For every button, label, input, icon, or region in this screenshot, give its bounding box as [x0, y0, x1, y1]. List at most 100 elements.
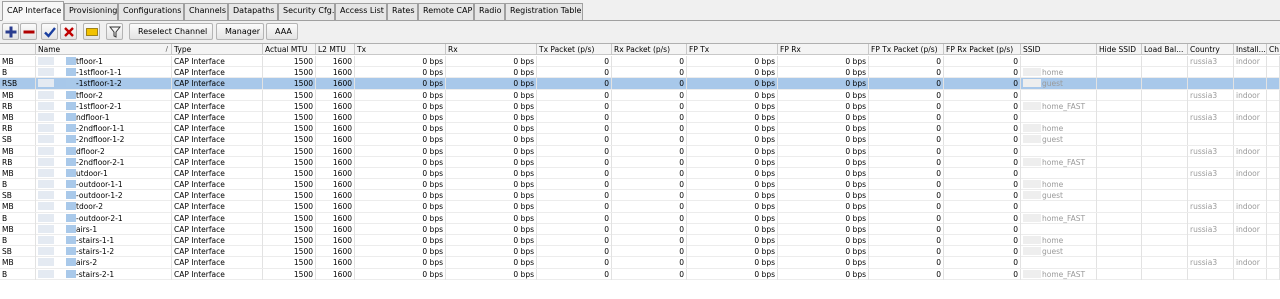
- column-header-load-balance[interactable]: Load Bal...: [1142, 44, 1188, 55]
- table-row[interactable]: B -outdoor-2-1 CAP Interface 1500 1600 0 bps 0…: [0, 212, 1280, 224]
- column-header-tx[interactable]: Tx: [355, 44, 446, 55]
- table-row[interactable]: RSB -1stfloor-1-2 CAP Interface 1500 1600 0 b…: [0, 78, 1280, 90]
- cell-flags: SB: [0, 190, 36, 202]
- redacted-name-prefix: [66, 247, 76, 256]
- remove-button[interactable]: [20, 23, 37, 40]
- cell-install: [1234, 100, 1267, 112]
- cell-hide: [1097, 268, 1142, 280]
- column-header-actual-mtu[interactable]: Actual MTU: [263, 44, 316, 55]
- column-header-name[interactable]: Name /: [36, 44, 172, 55]
- table-row[interactable]: MB dfloor-2 CAP Interface 1500 1600 0 bps 0 bp…: [0, 145, 1280, 157]
- cell-lb: [1142, 257, 1188, 269]
- table-row[interactable]: MB tdoor-2 CAP Interface 1500 1600 0 bps 0 bps…: [0, 201, 1280, 213]
- cell-rxp: 0: [612, 134, 687, 146]
- cell-txp: 0: [537, 145, 612, 157]
- column-header-flags[interactable]: [0, 44, 36, 55]
- reselect-channel-button[interactable]: Reselect Channel: [129, 23, 213, 40]
- table-row[interactable]: B -stairs-1-1 CAP Interface 1500 1600 0 bps 0 …: [0, 235, 1280, 247]
- cell-rx: 0 bps: [446, 100, 537, 112]
- redacted-ssid-prefix: [1023, 101, 1041, 110]
- cell-rxp: 0: [612, 257, 687, 269]
- cell-l2mtu: 1600: [316, 190, 355, 202]
- cell-mtu: 1500: [263, 201, 316, 213]
- cell-ch: [1267, 257, 1280, 269]
- cell-fprx: 0 bps: [778, 56, 869, 67]
- cell-l2mtu: 1600: [316, 167, 355, 179]
- table-row[interactable]: SB -stairs-1-2 CAP Interface 1500 1600 0 bps 0…: [0, 246, 1280, 258]
- column-header-country[interactable]: Country: [1188, 44, 1234, 55]
- cell-type: CAP Interface: [172, 100, 263, 112]
- table-row[interactable]: B -1stfloor-1-1 CAP Interface 1500 1600 0 bps…: [0, 67, 1280, 79]
- column-header-channel[interactable]: Ch: [1267, 44, 1280, 55]
- cell-country: russia3: [1188, 201, 1234, 213]
- cell-rxp: 0: [612, 56, 687, 67]
- cell-mtu: 1500: [263, 235, 316, 246]
- cell-txp: 0: [537, 56, 612, 67]
- tab-provisioning[interactable]: Provisioning: [64, 3, 118, 20]
- cell-lb: [1142, 145, 1188, 157]
- tab-remote-cap[interactable]: Remote CAP: [418, 3, 474, 20]
- column-header-tx-packet[interactable]: Tx Packet (p/s): [537, 44, 612, 55]
- cell-ch: [1267, 123, 1280, 135]
- cell-mtu: 1500: [263, 268, 316, 280]
- interface-name: dfloor-2: [76, 146, 105, 156]
- cell-install: [1234, 246, 1267, 258]
- column-header-fp-tx-packet[interactable]: FP Tx Packet (p/s): [869, 44, 944, 55]
- table-row[interactable]: MB utdoor-1 CAP Interface 1500 1600 0 bps 0 bp…: [0, 167, 1280, 180]
- tab-datapaths[interactable]: Datapaths: [228, 3, 278, 20]
- cell-rxp: 0: [612, 246, 687, 258]
- column-header-fp-tx[interactable]: FP Tx: [687, 44, 778, 55]
- table-row[interactable]: MB airs-2 CAP Interface 1500 1600 0 bps 0 bps 0…: [0, 257, 1280, 269]
- tab-channels[interactable]: Channels: [184, 3, 228, 20]
- cell-flags: MB: [0, 201, 36, 213]
- cell-ch: [1267, 201, 1280, 213]
- column-header-fp-rx[interactable]: FP Rx: [778, 44, 869, 55]
- tab-registration-table[interactable]: Registration Table: [505, 3, 583, 20]
- table-row[interactable]: MB airs-1 CAP Interface 1500 1600 0 bps 0 bps 0…: [0, 223, 1280, 235]
- cell-fprx: 0 bps: [778, 257, 869, 269]
- table-row[interactable]: B -stairs-2-1 CAP Interface 1500 1600 0 bps 0 …: [0, 268, 1280, 280]
- cell-l2mtu: 1600: [316, 56, 355, 67]
- tab-access-list[interactable]: Access List: [335, 3, 387, 20]
- tab-radio[interactable]: Radio: [474, 3, 505, 20]
- table-row[interactable]: RB -1stfloor-2-1 CAP Interface 1500 1600 0 bp…: [0, 100, 1280, 112]
- tab-rates[interactable]: Rates: [387, 3, 418, 20]
- table-row[interactable]: B -outdoor-1-1 CAP Interface 1500 1600 0 bps 0…: [0, 179, 1280, 191]
- table-row[interactable]: MB tfloor-1 CAP Interface 1500 1600 0 bps 0 bp…: [0, 56, 1280, 68]
- disable-button[interactable]: [60, 23, 77, 40]
- manager-button[interactable]: Manager: [216, 23, 264, 40]
- table-row[interactable]: MB ndfloor-1 CAP Interface 1500 1600 0 bps 0 b…: [0, 111, 1280, 124]
- cell-tx: 0 bps: [355, 223, 446, 235]
- tab-cap-interface[interactable]: CAP Interface: [2, 1, 64, 21]
- table-row[interactable]: RB -2ndfloor-2-1 CAP Interface 1500 1600 0 bp…: [0, 156, 1280, 168]
- column-header-rx[interactable]: Rx: [446, 44, 537, 55]
- column-header-type[interactable]: Type: [172, 44, 263, 55]
- filter-button[interactable]: [106, 23, 123, 40]
- table-row[interactable]: MB tfloor-2 CAP Interface 1500 1600 0 bps 0 bp…: [0, 89, 1280, 101]
- cell-fptx: 0 bps: [687, 235, 778, 246]
- column-header-fp-rx-packet[interactable]: FP Rx Packet (p/s): [944, 44, 1021, 55]
- cell-hide: [1097, 111, 1142, 123]
- column-header-rx-packet[interactable]: Rx Packet (p/s): [612, 44, 687, 55]
- cell-txp: 0: [537, 201, 612, 213]
- column-header-installation[interactable]: Install...: [1234, 44, 1267, 55]
- cell-ch: [1267, 167, 1280, 179]
- comment-button[interactable]: [83, 23, 100, 40]
- tab-security-cfg[interactable]: Security Cfg.: [278, 3, 335, 20]
- enable-button[interactable]: [41, 23, 58, 40]
- redacted-ssid-prefix: [1023, 157, 1041, 166]
- table-row[interactable]: RB -2ndfloor-1-1 CAP Interface 1500 1600 0 bp…: [0, 123, 1280, 135]
- column-header-l2-mtu[interactable]: L2 MTU: [316, 44, 355, 55]
- table-row[interactable]: SB -outdoor-1-2 CAP Interface 1500 1600 0 bps…: [0, 190, 1280, 202]
- aaa-button[interactable]: AAA: [266, 23, 298, 40]
- table-row[interactable]: SB -2ndfloor-1-2 CAP Interface 1500 1600 0 bp…: [0, 134, 1280, 146]
- cell-name: tdoor-2: [36, 201, 172, 213]
- column-header-hide-ssid[interactable]: Hide SSID: [1097, 44, 1142, 55]
- column-header-ssid[interactable]: SSID: [1021, 44, 1097, 55]
- cell-type: CAP Interface: [172, 156, 263, 168]
- tab-configurations[interactable]: Configurations: [118, 3, 184, 20]
- add-button[interactable]: [2, 23, 19, 40]
- cell-tx: 0 bps: [355, 167, 446, 179]
- redacted-ssid-prefix: [1023, 135, 1041, 144]
- cell-name: -1stfloor-2-1: [36, 100, 172, 112]
